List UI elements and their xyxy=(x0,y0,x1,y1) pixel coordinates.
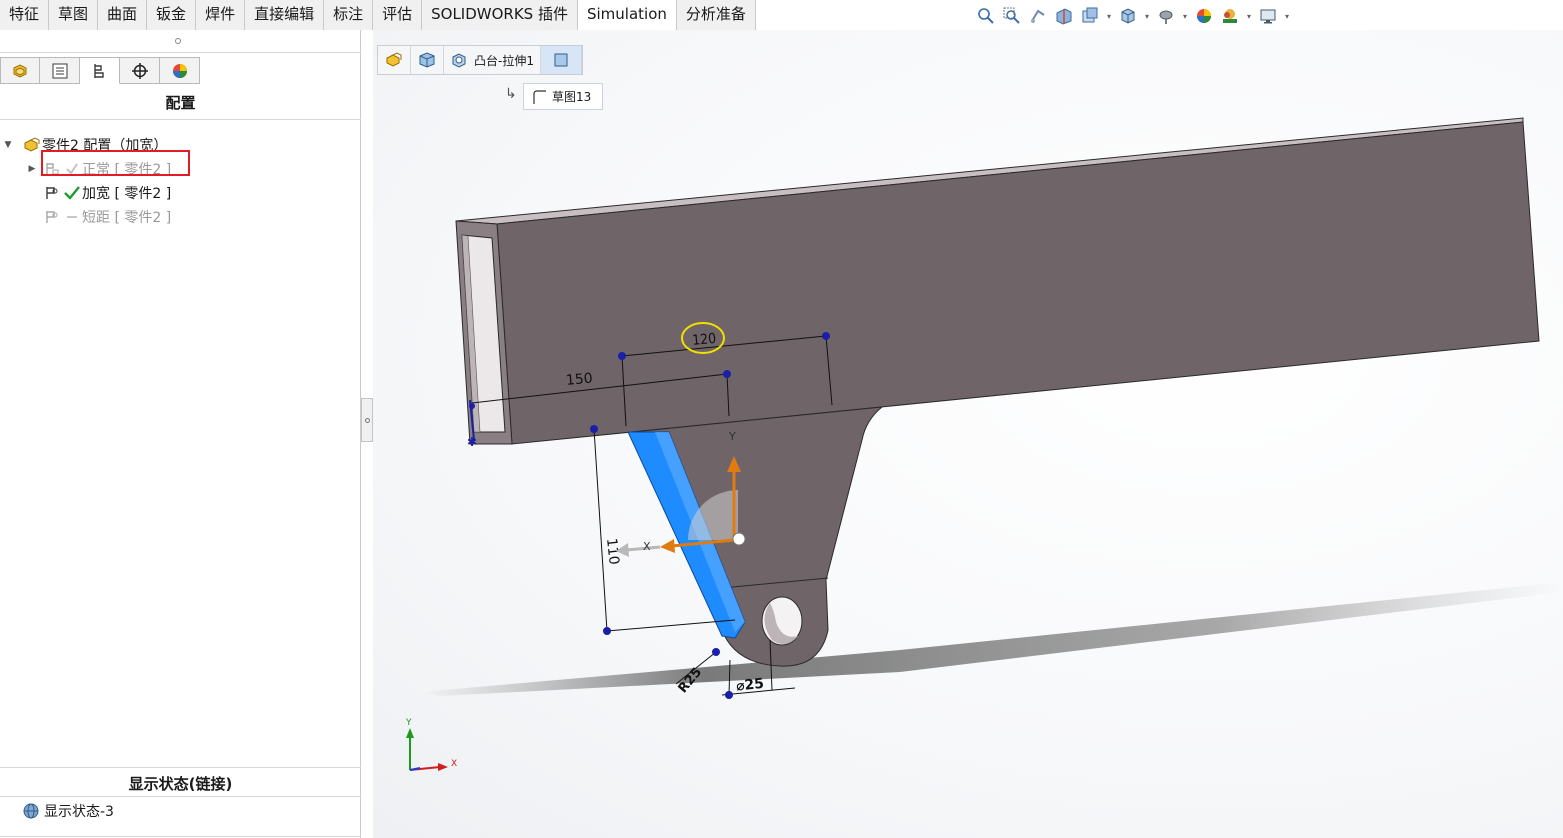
solid-body-icon xyxy=(419,52,435,68)
active-check-icon xyxy=(62,184,82,202)
sketch-origin-handle[interactable] xyxy=(732,532,746,546)
triad-x-label: X xyxy=(451,759,457,769)
face-icon xyxy=(554,53,568,67)
breadcrumb-feature-label: 凸台-拉伸1 xyxy=(474,53,534,68)
chevron-down-icon[interactable]: ▾ xyxy=(1283,12,1291,21)
triad-x-arrow xyxy=(438,763,448,771)
graphics-area[interactable]: 120 150 110 R25 ⌀25 ✱ Y X Y X xyxy=(373,30,1563,838)
heads-up-view-toolbar: ▾ ▾ ▾ ▾ ▾ xyxy=(975,4,1291,28)
dim-xpert-tab[interactable] xyxy=(120,57,160,84)
breadcrumb-sketch[interactable]: 草图13 xyxy=(523,83,603,110)
sketch-origin-marker: ✱ xyxy=(467,435,477,449)
collapse-arrow-icon[interactable]: ▼ xyxy=(2,140,14,150)
property-manager-tab[interactable] xyxy=(40,57,80,84)
display-state-icon xyxy=(23,803,39,819)
configuration-icon xyxy=(42,184,62,202)
configuration-tree: ▼ 零件2 配置（加宽） ▶ 正常 [ 零件2 ] 加宽 [ 零件2 ] 短距 … xyxy=(0,133,361,229)
tab-direct-editing[interactable]: 直接编辑 xyxy=(245,0,325,30)
zoom-to-area-icon[interactable] xyxy=(1001,5,1023,27)
tab-sheet-metal[interactable]: 钣金 xyxy=(147,0,197,30)
suppressed-dash-icon xyxy=(62,208,82,226)
panel-title: 配置 xyxy=(165,94,196,112)
divider xyxy=(0,767,361,768)
divider xyxy=(0,52,361,53)
divider xyxy=(0,796,361,797)
view-settings-icon[interactable] xyxy=(1257,5,1279,27)
tree-item-label: 加宽 [ 零件2 ] xyxy=(82,186,172,202)
apply-scene-icon[interactable] xyxy=(1219,5,1241,27)
expand-arrow-icon[interactable]: ▶ xyxy=(26,164,38,174)
active-configuration-highlight xyxy=(41,150,190,176)
chevron-down-icon[interactable]: ▾ xyxy=(1181,12,1189,21)
tab-features[interactable]: 特征 xyxy=(0,0,50,30)
tab-surfaces[interactable]: 曲面 xyxy=(98,0,148,30)
display-manager-tab[interactable] xyxy=(160,57,200,84)
tab-weldments[interactable]: 焊件 xyxy=(196,0,246,30)
tree-item-label: 短距 [ 零件2 ] xyxy=(82,210,172,226)
dim-xpert-icon xyxy=(131,62,148,79)
tab-sketch[interactable]: 草图 xyxy=(49,0,99,30)
triad-y-arrow xyxy=(406,728,414,738)
display-state-title: 显示状态(链接) xyxy=(128,775,233,793)
sub-breadcrumb-arrow-icon: ↳ xyxy=(505,86,517,102)
display-state-label: 显示状态-3 xyxy=(44,804,114,820)
sketch-y-label: Y xyxy=(728,430,736,443)
section-view-icon[interactable] xyxy=(1053,5,1075,27)
zoom-to-fit-icon[interactable] xyxy=(975,5,997,27)
tab-simulation[interactable]: Simulation xyxy=(577,0,677,30)
dynamic-annotation-icon[interactable] xyxy=(1079,5,1101,27)
chevron-down-icon[interactable]: ▾ xyxy=(1105,12,1113,21)
divider xyxy=(0,836,361,837)
tab-analysis-prep[interactable]: 分析准备 xyxy=(676,0,756,30)
display-style-icon[interactable] xyxy=(1155,5,1177,27)
tab-markup[interactable]: 标注 xyxy=(324,0,374,30)
sketch-x-arrow xyxy=(660,539,675,553)
breadcrumb-sketch-label: 草图13 xyxy=(552,90,592,104)
sketch-icon xyxy=(533,89,546,104)
configuration-manager-icon xyxy=(93,63,104,78)
display-manager-icon xyxy=(172,63,187,78)
dimension-dia25[interactable]: ⌀25 xyxy=(735,676,764,695)
dimension-150[interactable]: 150 xyxy=(565,371,593,389)
breadcrumb-face[interactable] xyxy=(540,46,582,74)
chevron-down-icon[interactable]: ▾ xyxy=(1143,12,1151,21)
breadcrumb-feature[interactable]: 凸台-拉伸1 xyxy=(444,46,541,74)
manager-tabs xyxy=(0,57,200,84)
tree-item-widened[interactable]: 加宽 [ 零件2 ] xyxy=(0,181,361,205)
configuration-manager-tab[interactable] xyxy=(80,57,120,84)
view-orientation-icon[interactable] xyxy=(1117,5,1139,27)
triad-y-label: Y xyxy=(405,718,412,728)
part-configurations-icon xyxy=(22,136,42,154)
divider xyxy=(0,119,361,120)
breadcrumb: 凸台-拉伸1 xyxy=(377,45,583,75)
tab-solidworks-addins[interactable]: SOLIDWORKS 插件 xyxy=(422,0,578,30)
command-manager-tabs: 特征 草图 曲面 钣金 焊件 直接编辑 标注 评估 SOLIDWORKS 插件 … xyxy=(0,0,756,30)
extrude-boss-icon xyxy=(452,53,466,68)
feature-manager-icon xyxy=(13,63,27,78)
configuration-icon xyxy=(42,208,62,226)
feature-manager-tab[interactable] xyxy=(0,57,40,84)
tree-item-short[interactable]: 短距 [ 零件2 ] xyxy=(0,205,361,229)
property-manager-icon xyxy=(52,63,67,78)
floor-shadow xyxy=(420,582,1563,696)
part-icon xyxy=(386,52,402,67)
edit-appearance-icon[interactable] xyxy=(1193,5,1215,27)
previous-view-icon[interactable] xyxy=(1027,5,1049,27)
chevron-down-icon[interactable]: ▾ xyxy=(1245,12,1253,21)
model-scene: 120 150 110 R25 ⌀25 ✱ Y X Y X xyxy=(405,117,1563,771)
tab-evaluate[interactable]: 评估 xyxy=(373,0,423,30)
dimension-120[interactable]: 120 xyxy=(692,331,717,349)
breadcrumb-configurations[interactable] xyxy=(378,46,411,74)
panel-splitter-handle[interactable] xyxy=(361,398,373,442)
display-state-item[interactable]: 显示状态-3 xyxy=(22,800,114,822)
breadcrumb-body[interactable] xyxy=(411,46,444,74)
sketch-x-label: X xyxy=(643,540,651,553)
panel-grip-icon[interactable] xyxy=(175,38,181,44)
